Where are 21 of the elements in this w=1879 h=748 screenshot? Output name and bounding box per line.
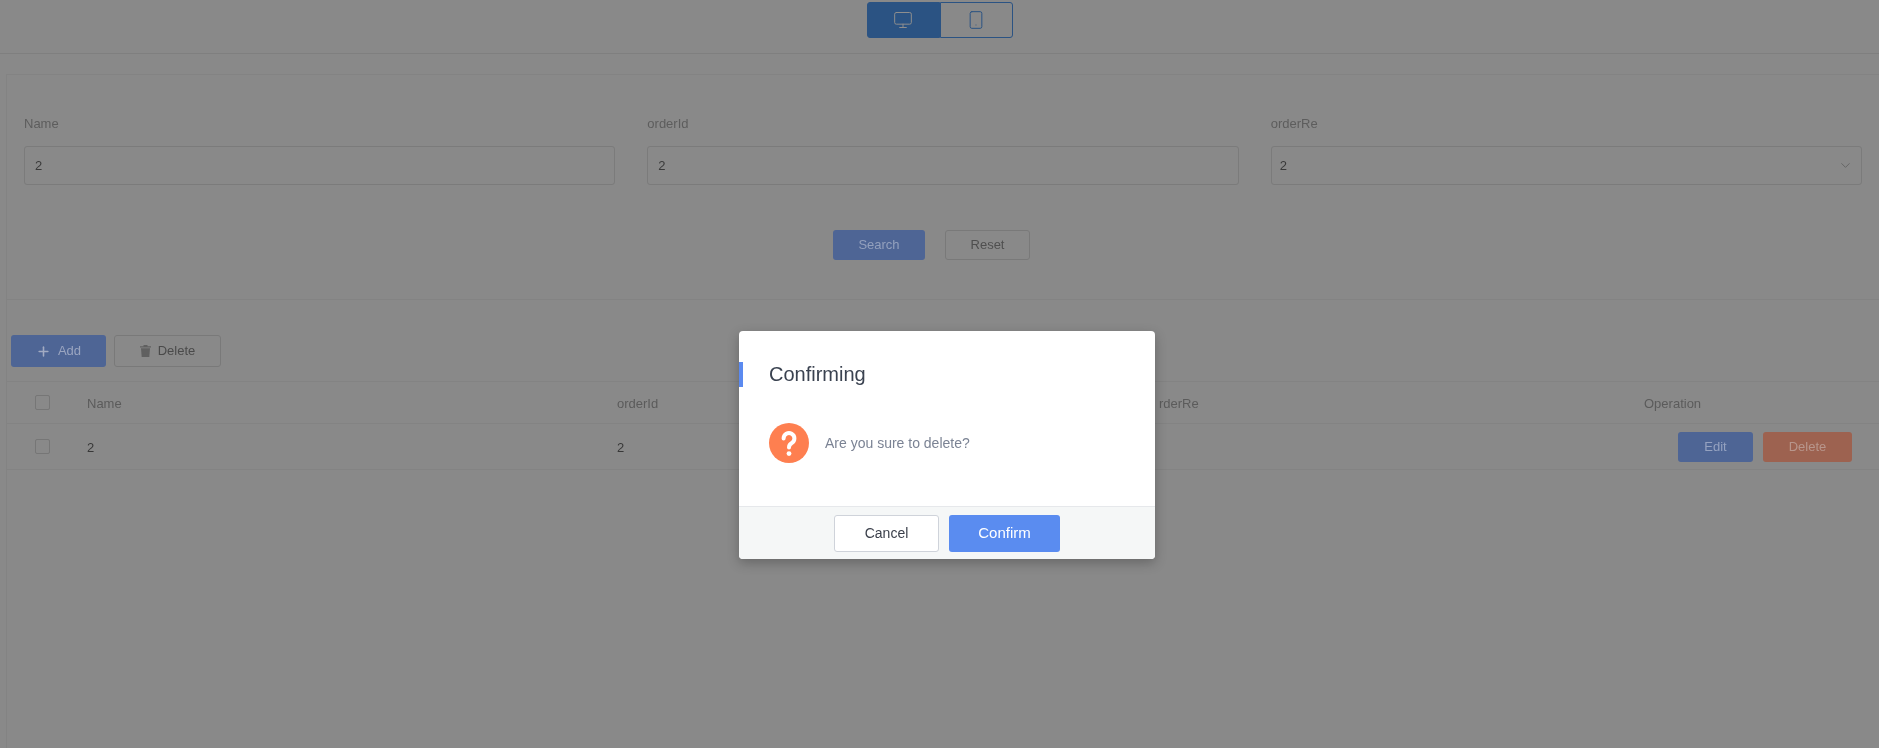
monitor-icon — [893, 10, 913, 30]
trash-icon — [139, 345, 151, 357]
table-cell: 2 — [617, 439, 625, 455]
table-cell: 2 — [87, 439, 95, 455]
search-button[interactable]: Search — [833, 230, 925, 260]
view-toggle-button[interactable] — [866, 2, 940, 38]
dialog-title: Confirming — [739, 362, 1155, 387]
delete-button[interactable]: Delete — [114, 335, 221, 367]
input-field[interactable]: 2 — [24, 146, 616, 185]
dialog-message: Are you sure to delete? — [825, 433, 970, 453]
select-field[interactable]: 2 — [1270, 146, 1862, 185]
reset-button[interactable]: Reset — [945, 230, 1030, 260]
confirm-button[interactable]: Confirm — [949, 514, 1060, 552]
edit-button[interactable]: Edit — [1678, 431, 1753, 462]
input-field[interactable]: 2 — [647, 146, 1239, 185]
plus-icon — [35, 343, 51, 359]
view-toggle-button[interactable] — [939, 2, 1013, 38]
question-icon — [769, 423, 809, 463]
cancel-button[interactable]: Cancel — [834, 514, 939, 552]
add-button[interactable]: Add — [11, 335, 106, 367]
delete-button[interactable]: Delete — [1763, 431, 1852, 462]
